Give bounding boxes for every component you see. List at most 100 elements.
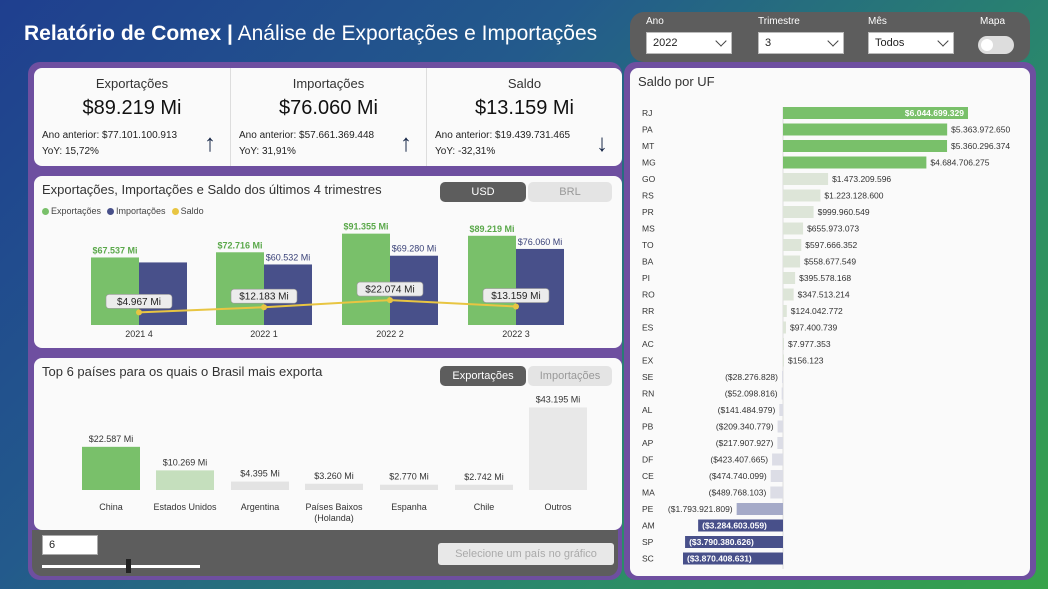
- uf-data-label: ($3.790.380.626): [689, 537, 754, 547]
- uf-data-label: $558.677.549: [804, 257, 856, 267]
- top-n-slider-handle[interactable]: [126, 559, 131, 573]
- uf-tick-label: EX: [642, 356, 654, 366]
- countries-chart-card: Top 6 países para os quais o Brasil mais…: [34, 358, 622, 530]
- uf-tick-label: RN: [642, 389, 654, 399]
- uf-tick-label: MT: [642, 141, 654, 151]
- uf-bar: [783, 288, 794, 301]
- countries-chart-svg: $22.587 Mi China $10.269 Mi Estados Unidos $…: [82, 394, 587, 523]
- uf-bar: [783, 123, 948, 136]
- uf-tick-label: PE: [642, 504, 654, 514]
- export-bar: [91, 257, 139, 325]
- uf-data-label: $156.123: [788, 356, 824, 366]
- country-bar: [82, 446, 140, 490]
- saldo-data-label: $13.159 Mi: [491, 291, 540, 302]
- country-tick-label: Espanha: [391, 502, 427, 512]
- uf-chart-card: Saldo por UF RJ $6.044.699.329 PA $5.363.97…: [630, 68, 1030, 576]
- uf-tick-label: SC: [642, 554, 654, 564]
- country-tick-label: Chile: [474, 502, 495, 512]
- saldo-data-label: $22.074 Mi: [365, 285, 414, 296]
- kpi-yoy: YoY: 31,91%: [239, 146, 296, 157]
- uf-tick-label: AM: [642, 521, 655, 531]
- saldo-point: [261, 304, 267, 311]
- uf-bar: [772, 453, 783, 466]
- export-bar: [468, 235, 516, 325]
- kpi-value: $89.219 Mi: [82, 97, 182, 119]
- chevron-down-icon: [827, 35, 839, 47]
- uf-data-label: $97.400.739: [790, 323, 838, 333]
- country-tick-label: Estados Unidos: [153, 502, 217, 512]
- uf-data-label: $124.042.772: [791, 306, 843, 316]
- uf-bar: [783, 272, 796, 284]
- uf-data-label: $5.360.296.374: [951, 141, 1010, 151]
- filter-mes: Mês Todos: [868, 16, 954, 54]
- uf-bar: [736, 503, 783, 515]
- report-title: Relatório de Comex | Análise de Exportaç…: [24, 22, 597, 46]
- uf-data-label: $1.223.128.600: [824, 191, 883, 201]
- uf-data-label: ($3.284.603.059): [702, 521, 767, 531]
- uf-data-label: $5.363.972.650: [951, 125, 1010, 135]
- country-tick-label: China: [99, 502, 123, 512]
- uf-tick-label: RR: [642, 306, 654, 316]
- import-data-label: $69.280 Mi: [392, 244, 437, 254]
- uf-data-label: ($423.407.665): [710, 455, 768, 465]
- country-tick-label: (Holanda): [314, 513, 354, 523]
- saldo-data-label: $12.183 Mi: [239, 292, 288, 303]
- uf-tick-label: BA: [642, 257, 654, 267]
- filter-ano: Ano 2022: [646, 16, 732, 54]
- uf-data-label: ($52.098.816): [725, 389, 778, 399]
- uf-tick-label: PB: [642, 422, 654, 432]
- x-tick-label: 2021 4: [125, 329, 153, 339]
- chevron-down-icon: [715, 35, 727, 47]
- export-data-label: $89.219 Mi: [469, 224, 514, 234]
- kpi-yoy: YoY: 15,72%: [42, 146, 99, 157]
- country-tick-label: Argentina: [241, 502, 280, 512]
- uf-tick-label: RJ: [642, 108, 652, 118]
- uf-tick-label: RS: [642, 191, 654, 201]
- uf-tick-label: PI: [642, 273, 650, 283]
- country-bar: [380, 484, 438, 490]
- uf-data-label: ($1.793.921.809): [668, 504, 733, 514]
- kpi-previous: Ano anterior: $77.101.100.913: [42, 130, 178, 141]
- select-country-button[interactable]: Selecione um país no gráfico: [438, 543, 614, 565]
- country-bar: [156, 470, 214, 490]
- report-subtitle: Análise de Exportações e Importações: [237, 22, 598, 45]
- uf-data-label: ($217.907.927): [716, 438, 774, 448]
- top-n-input[interactable]: 6: [42, 535, 98, 555]
- arrow-up-icon: ↑: [204, 130, 216, 157]
- filter-trimestre-label: Trimestre: [758, 16, 800, 27]
- trimestre-dropdown[interactable]: 3: [758, 32, 844, 54]
- x-tick-label: 2022 1: [250, 329, 278, 339]
- uf-bar: [783, 140, 948, 152]
- uf-tick-label: TO: [642, 240, 654, 250]
- uf-data-label: $1.473.209.596: [832, 174, 891, 184]
- kpi-value: $76.060 Mi: [279, 97, 378, 119]
- uf-tick-label: SP: [642, 537, 654, 547]
- filter-trimestre: Trimestre 3: [758, 16, 844, 54]
- uf-tick-label: SE: [642, 372, 654, 382]
- uf-tick-label: CE: [642, 471, 654, 481]
- kpi-card: Exportações $89.219 Mi Ano anterior: $77…: [34, 68, 622, 166]
- uf-bar: [783, 255, 801, 268]
- mes-dropdown[interactable]: Todos: [868, 32, 954, 54]
- uf-data-label: $999.960.549: [818, 207, 870, 217]
- import-bar: [516, 248, 564, 325]
- kpi-previous: Ano anterior: $19.439.731.465: [435, 130, 571, 141]
- mapa-toggle[interactable]: [978, 36, 1014, 54]
- uf-data-label: $655.973.073: [807, 224, 859, 234]
- top-n-slider-track[interactable]: [42, 565, 200, 568]
- import-bar: [139, 262, 187, 325]
- saldo-data-label: $4.967 Mi: [117, 297, 161, 308]
- kpi-yoy: YoY: -32,31%: [435, 146, 496, 157]
- country-bar: [305, 483, 363, 490]
- trimestre-value: 3: [765, 37, 772, 49]
- uf-tick-label: PR: [642, 207, 654, 217]
- kpi-previous: Ano anterior: $57.661.369.448: [239, 130, 375, 141]
- uf-tick-label: ES: [642, 323, 654, 333]
- x-tick-label: 2022 3: [502, 329, 530, 339]
- country-data-label: $43.195 Mi: [536, 394, 581, 404]
- uf-data-label: $347.513.214: [798, 290, 850, 300]
- ano-dropdown[interactable]: 2022: [646, 32, 732, 54]
- uf-bar: [783, 189, 821, 202]
- uf-bar: [777, 437, 783, 449]
- country-data-label: $3.260 Mi: [314, 471, 354, 481]
